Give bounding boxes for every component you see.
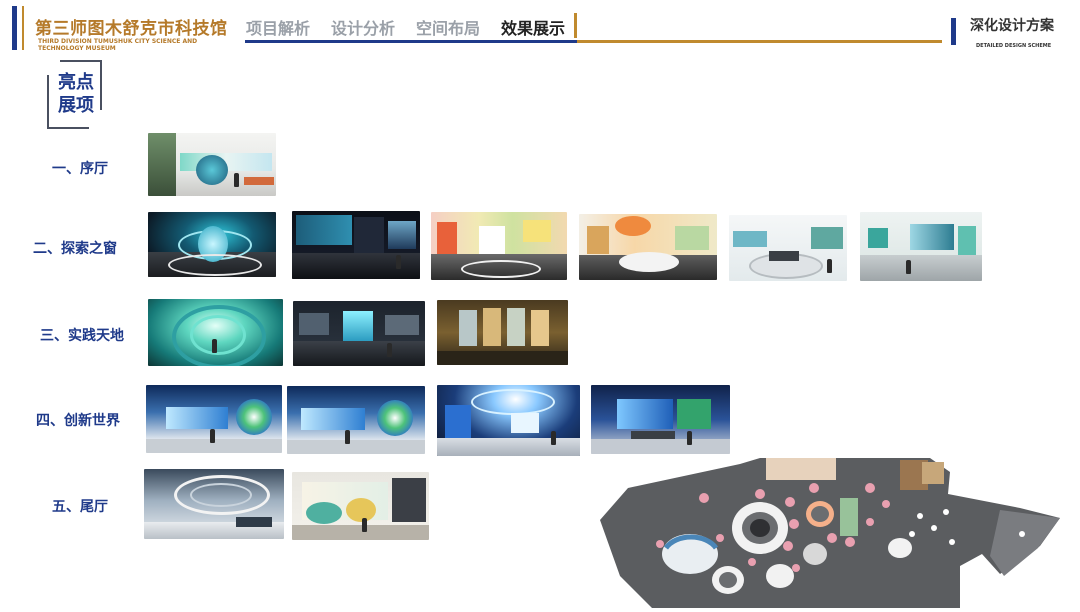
tag-frame (47, 127, 89, 129)
exploration-render-image-5[interactable] (729, 215, 847, 281)
scheme-accent-bar (951, 18, 956, 45)
innovation-render-image-3[interactable] (437, 385, 580, 456)
tag-frame (60, 60, 102, 62)
header-accent-bar (12, 6, 17, 50)
header-accent-line (22, 6, 24, 50)
nav-tab-design-analysis[interactable]: 设计分析 (331, 15, 395, 39)
floor-plan-image[interactable] (600, 458, 1060, 608)
tag-frame (100, 60, 102, 110)
ending-render-image-1[interactable] (144, 469, 284, 539)
nav-underline-blue (245, 40, 577, 43)
museum-name-english: THIRD DIVISION TUMUSHUK CITY SCIENCE AND… (38, 38, 198, 52)
innovation-render-image-4[interactable] (591, 385, 730, 454)
nav-tab-space-layout[interactable]: 空间布局 (416, 15, 480, 39)
exploration-render-image-1[interactable] (148, 212, 276, 277)
lobby-render-image[interactable] (148, 133, 276, 196)
practice-render-image-1[interactable] (148, 299, 283, 366)
section-label-ending: 五、尾厅 (52, 499, 108, 515)
highlight-tag: 亮点 展项 (58, 72, 94, 116)
tag-frame (47, 75, 49, 129)
practice-render-image-2[interactable] (293, 301, 425, 366)
exploration-render-image-6[interactable] (860, 212, 982, 281)
exploration-render-image-3[interactable] (431, 212, 567, 280)
nav-active-marker (574, 13, 577, 38)
innovation-render-image-1[interactable] (146, 385, 282, 453)
ending-render-image-2[interactable] (292, 472, 429, 540)
innovation-render-image-2[interactable] (287, 386, 425, 454)
exploration-render-image-2[interactable] (292, 211, 420, 279)
section-label-lobby: 一、序厅 (52, 161, 108, 177)
practice-render-image-3[interactable] (437, 300, 568, 365)
section-label-practice: 三、实践天地 (40, 328, 124, 344)
exploration-render-image-4[interactable] (579, 214, 717, 280)
museum-name: 第三师图木舒克市科技馆 (35, 19, 228, 39)
scheme-title: 深化设计方案 (970, 18, 1054, 34)
floor-plan-drawing (600, 458, 1060, 608)
section-label-innovation: 四、创新世界 (36, 413, 120, 429)
nav-tab-effect-display[interactable]: 效果展示 (501, 15, 565, 39)
nav-underline-gold (577, 40, 942, 43)
scheme-subtitle: DETAILED DESIGN SCHEME (976, 43, 1052, 49)
nav-tab-project-analysis[interactable]: 项目解析 (246, 15, 310, 39)
section-label-exploration: 二、探索之窗 (33, 241, 117, 257)
